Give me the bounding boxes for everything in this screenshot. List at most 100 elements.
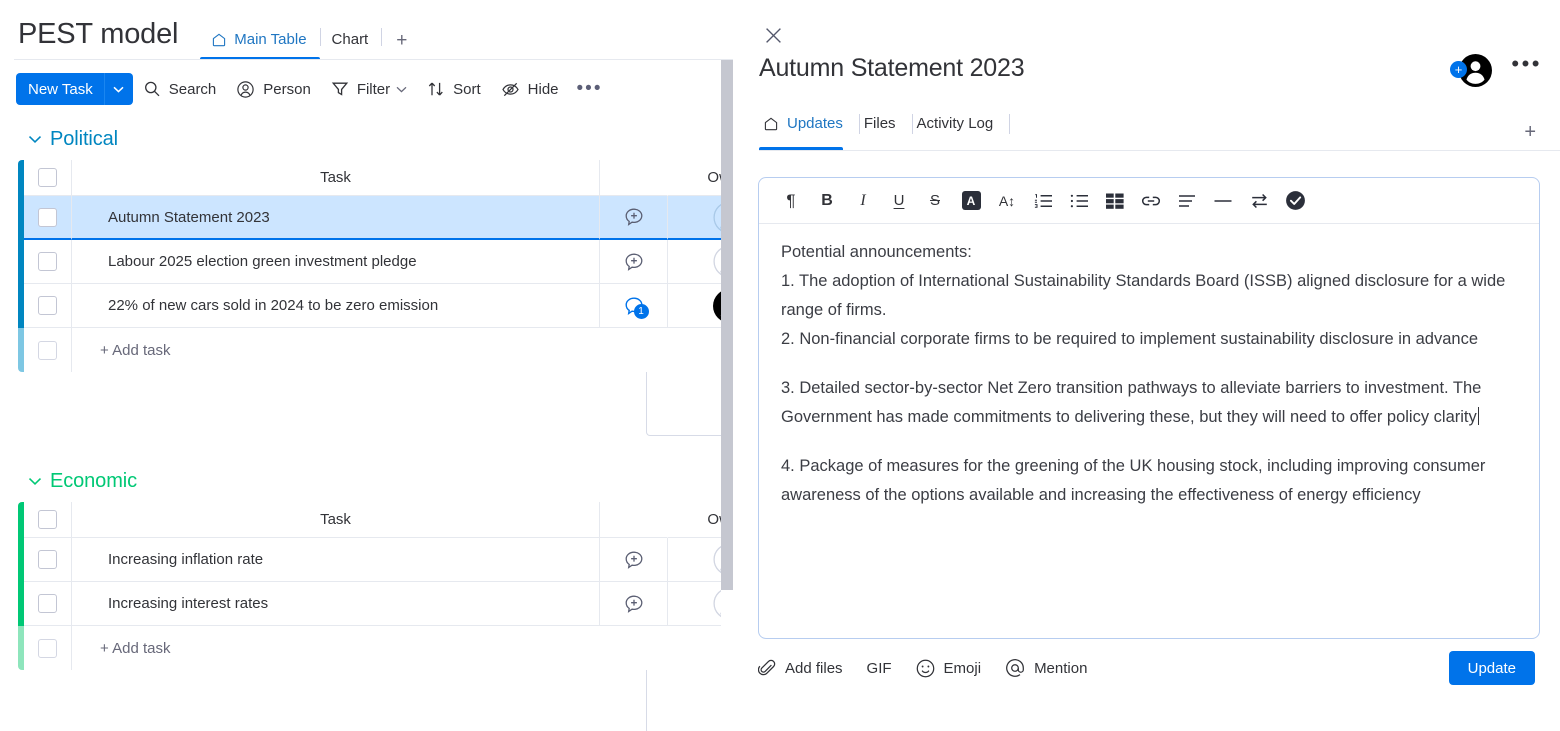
row-task-name[interactable]: Increasing interest rates (72, 582, 600, 626)
add-view-button[interactable]: + (382, 31, 421, 60)
new-task-button[interactable]: New Task (16, 73, 133, 105)
toolbar-filter[interactable]: Filter (321, 74, 417, 104)
mention-label: Mention (1034, 660, 1087, 677)
table-row[interactable]: Increasing interest rates (18, 582, 733, 626)
font-size-icon[interactable]: A↕ (989, 185, 1025, 217)
app-root: PEST model Main Table Chart + (0, 0, 1560, 731)
gif-button[interactable]: GIF (867, 660, 892, 677)
select-all-cell[interactable] (24, 502, 72, 538)
row-task-name[interactable]: 22% of new cars sold in 2024 to be zero … (72, 284, 600, 328)
chevron-down-icon[interactable] (396, 86, 407, 93)
emoji-button[interactable]: Emoji (916, 659, 982, 678)
toolbar-sort[interactable]: Sort (417, 74, 491, 104)
row-chat-cell[interactable] (600, 196, 668, 240)
home-icon (763, 116, 779, 132)
row-checkbox-cell[interactable] (24, 582, 72, 626)
italic-icon[interactable]: I (845, 185, 881, 217)
group-summary-owner-cell (646, 670, 733, 731)
text-color-icon[interactable]: A (953, 185, 989, 217)
bold-icon[interactable]: B (809, 185, 845, 217)
checkmark-icon[interactable] (1277, 185, 1313, 217)
select-all-checkbox[interactable] (38, 168, 57, 187)
update-body[interactable]: Potential announcements: 1. The adoption… (759, 224, 1539, 510)
row-checkbox[interactable] (38, 208, 57, 227)
row-chat-cell[interactable] (600, 582, 668, 626)
toolbar-hide[interactable]: Hide (491, 74, 569, 105)
table-row[interactable]: 22% of new cars sold in 2024 to be zero … (18, 284, 733, 328)
add-task-row[interactable]: + Add task (18, 328, 733, 372)
row-chat-cell[interactable]: 1 (600, 284, 668, 328)
toolbar-more-button[interactable]: ••• (569, 76, 611, 102)
at-icon (1005, 658, 1025, 678)
link-icon[interactable] (1133, 185, 1169, 217)
row-checkbox-cell[interactable] (24, 284, 72, 328)
toolbar-search[interactable]: Search (133, 74, 227, 104)
close-icon[interactable] (760, 22, 786, 48)
row-checkbox[interactable] (38, 296, 57, 315)
add-tab-button[interactable]: + (1524, 122, 1536, 150)
row-task-name[interactable]: Increasing inflation rate (72, 538, 600, 582)
add-person-badge[interactable]: + (1450, 61, 1467, 78)
row-checkbox-cell[interactable] (24, 196, 72, 240)
table-row[interactable]: Autumn Statement 2023 (18, 196, 733, 240)
panel-people[interactable]: + (1450, 54, 1484, 88)
align-icon[interactable] (1169, 185, 1205, 217)
update-button[interactable]: Update (1449, 651, 1535, 685)
mention-button[interactable]: Mention (1005, 658, 1087, 678)
view-tab-main-table[interactable]: Main Table (200, 31, 319, 60)
tab-files[interactable]: Files (860, 108, 912, 150)
row-chat-cell[interactable] (600, 538, 668, 582)
home-icon (211, 32, 227, 48)
row-checkbox[interactable] (38, 594, 57, 613)
table-row[interactable]: Labour 2025 election green investment pl… (18, 240, 733, 284)
select-all-checkbox[interactable] (38, 510, 57, 529)
add-comment-icon[interactable] (623, 206, 645, 228)
add-task-row[interactable]: + Add task (18, 626, 733, 670)
underline-icon[interactable]: U (881, 185, 917, 217)
add-task-label[interactable]: + Add task (72, 626, 600, 670)
column-header-task[interactable]: Task (72, 502, 600, 538)
row-checkbox[interactable] (38, 252, 57, 271)
view-tab-label: Main Table (234, 31, 306, 48)
bulleted-list-icon[interactable] (1061, 185, 1097, 217)
chevron-down-icon[interactable] (28, 135, 42, 144)
paragraph-style-icon[interactable]: ¶ (773, 185, 809, 217)
row-task-name[interactable]: Autumn Statement 2023 (72, 196, 600, 240)
row-task-name[interactable]: Labour 2025 election green investment pl… (72, 240, 600, 284)
tab-activity-log[interactable]: Activity Log (913, 108, 1010, 150)
comment-count-icon[interactable]: 1 (623, 295, 645, 317)
numbered-list-icon[interactable] (1025, 185, 1061, 217)
row-checkbox-cell[interactable] (24, 240, 72, 284)
board-scrollbar-thumb[interactable] (721, 60, 733, 590)
row-checkbox[interactable] (38, 550, 57, 569)
strikethrough-icon[interactable]: S (917, 185, 953, 217)
select-all-cell[interactable] (24, 160, 72, 196)
indent-swap-icon[interactable] (1241, 185, 1277, 217)
chevron-down-icon[interactable] (28, 477, 42, 486)
new-task-caret-icon[interactable] (105, 73, 133, 105)
row-checkbox-cell[interactable] (24, 538, 72, 582)
view-tab-chart[interactable]: Chart (321, 31, 382, 60)
horizontal-rule-icon[interactable] (1205, 185, 1241, 217)
group-header[interactable]: Political (0, 118, 733, 160)
toolbar-person[interactable]: Person (226, 74, 321, 105)
board-scrollbar[interactable] (721, 60, 733, 731)
group-header[interactable]: Economic (0, 460, 733, 502)
update-editor[interactable]: ¶ B I U S A A↕ (758, 177, 1540, 639)
panel-tabs-divider (759, 150, 1560, 151)
row-chat-cell[interactable] (600, 240, 668, 284)
add-comment-icon[interactable] (623, 593, 645, 615)
add-task-label[interactable]: + Add task (72, 328, 600, 372)
avatar-with-add[interactable]: + (1450, 54, 1484, 88)
table-header-row: Task Owner (18, 160, 733, 196)
update-paragraph: 3. Detailed sector-by-sector Net Zero tr… (781, 374, 1517, 432)
panel-more-button[interactable]: ••• (1511, 53, 1542, 75)
tab-updates[interactable]: Updates (759, 108, 859, 150)
add-comment-icon[interactable] (623, 549, 645, 571)
board-header: PEST model Main Table Chart + (0, 0, 733, 60)
table-row[interactable]: Increasing inflation rate (18, 538, 733, 582)
add-comment-icon[interactable] (623, 251, 645, 273)
column-header-task[interactable]: Task (72, 160, 600, 196)
add-files-button[interactable]: Add files (758, 659, 843, 677)
table-icon[interactable] (1097, 185, 1133, 217)
